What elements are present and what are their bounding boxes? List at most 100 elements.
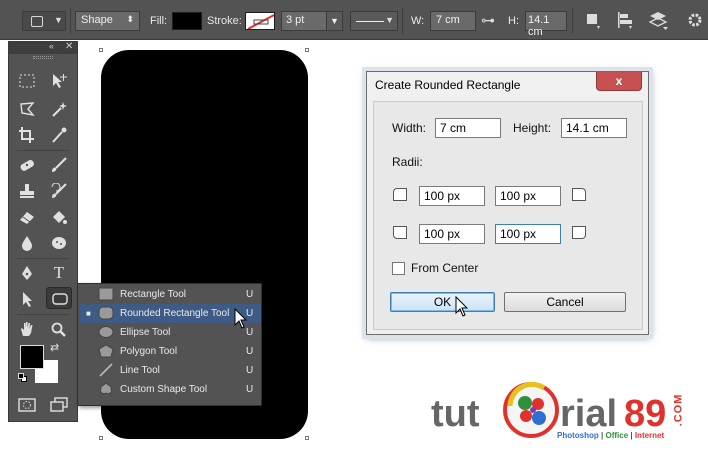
eraser-icon <box>20 212 34 224</box>
top-left-corner-icon <box>393 188 407 201</box>
rounded-rectangle-tool[interactable] <box>46 287 72 309</box>
hand-tool[interactable] <box>14 318 40 340</box>
foreground-color-swatch[interactable] <box>20 345 44 369</box>
radii-label: Radii: <box>392 155 423 169</box>
height-input[interactable] <box>561 118 627 138</box>
default-colors-icon[interactable] <box>18 373 27 382</box>
updown-arrows-icon: ⬍ <box>126 14 134 24</box>
divider <box>70 8 71 34</box>
swap-colors-icon[interactable]: ⇄ <box>50 341 59 354</box>
stroke-type-picker[interactable]: ▼ <box>350 11 398 31</box>
flyout-item-polygon-tool[interactable]: Polygon Tool U <box>80 342 261 361</box>
path-operations-icon[interactable] <box>584 11 602 31</box>
hand-icon <box>21 322 33 336</box>
tagline-office: Office <box>605 431 629 440</box>
width-label: W: <box>411 15 425 27</box>
from-center-checkbox[interactable] <box>392 262 405 275</box>
ok-label: OK <box>433 295 452 309</box>
flyout-item-label: Custom Shape Tool <box>120 384 208 395</box>
mouse-cursor-icon <box>234 308 248 329</box>
options-bar: ▼ Shape ⬍ Fill: Stroke: 3 pt ▼ ▼ W: 7 cm… <box>0 0 708 40</box>
zoom-tool[interactable] <box>46 318 72 340</box>
anchor-handle[interactable] <box>99 48 103 52</box>
chevron-down-icon[interactable]: ▼ <box>326 12 342 30</box>
anchor-handle[interactable] <box>305 48 309 52</box>
pen-tool[interactable] <box>14 262 40 284</box>
flyout-item-line-tool[interactable]: Line Tool U <box>80 361 261 380</box>
tool-preset-picker[interactable]: ▼ <box>22 11 66 31</box>
pen-icon <box>22 266 32 280</box>
width-input[interactable] <box>435 118 501 138</box>
close-button[interactable]: x <box>596 72 642 91</box>
stroke-color-swatch[interactable] <box>245 12 275 30</box>
cancel-button[interactable]: Cancel <box>504 292 626 312</box>
history-brush-icon <box>51 183 67 198</box>
move-icon <box>53 74 67 88</box>
dialog-body: Width: Height: Radii: From Center OK Can… <box>373 101 643 330</box>
panel-grip[interactable] <box>33 56 53 59</box>
solid-line-icon <box>356 21 384 22</box>
marquee-tool[interactable] <box>14 70 40 92</box>
tagline-separator: | <box>628 431 635 440</box>
radius-top-left-input[interactable] <box>419 186 485 206</box>
mouse-cursor-icon <box>455 296 469 317</box>
magic-wand-tool[interactable] <box>46 98 72 120</box>
anchor-handle[interactable] <box>99 436 103 440</box>
paint-bucket-tool[interactable] <box>46 206 72 228</box>
tools-panel: « ✕ T ⇄ <box>8 41 78 422</box>
move-tool[interactable] <box>46 70 72 92</box>
path-alignment-icon[interactable] <box>616 11 634 31</box>
watermark-suffix: .COM <box>672 392 690 432</box>
flyout-item-label: Polygon Tool <box>120 346 178 357</box>
rounded-rectangle-icon <box>52 293 68 305</box>
type-tool[interactable]: T <box>46 262 72 284</box>
watermark-tagline: Photoshop | Office | Internet <box>557 431 664 440</box>
radius-bottom-left-input[interactable] <box>419 224 485 244</box>
arrow-cursor-icon <box>23 292 32 307</box>
ellipse-icon <box>98 326 114 338</box>
clone-stamp-tool[interactable] <box>14 180 40 202</box>
crop-tool[interactable] <box>14 124 40 146</box>
flyout-item-rectangle-tool[interactable]: Rectangle Tool U <box>80 285 261 304</box>
path-arrangement-icon[interactable] <box>648 10 670 32</box>
flyout-item-custom-shape-tool[interactable]: Custom Shape Tool U <box>80 380 261 399</box>
fill-color-swatch[interactable] <box>172 12 202 30</box>
sponge-tool[interactable] <box>46 232 72 254</box>
link-icon[interactable]: ⊶ <box>481 12 495 29</box>
height-field[interactable]: 14.1 cm <box>525 11 567 38</box>
stroke-width-field[interactable]: 3 pt ▼ <box>281 11 343 31</box>
shortcut-key: U <box>246 346 254 357</box>
width-field[interactable]: 7 cm <box>430 11 476 31</box>
watermark-text-rial: rial <box>560 393 618 435</box>
stroke-width-value: 3 pt <box>286 14 305 26</box>
eyedropper-tool[interactable] <box>46 124 72 146</box>
bandage-icon <box>20 160 34 171</box>
healing-brush-tool[interactable] <box>14 154 40 176</box>
radius-top-right-input[interactable] <box>495 186 561 206</box>
type-icon: T <box>53 263 65 282</box>
radius-bottom-right-input[interactable] <box>495 224 561 244</box>
tool-mode-value: Shape <box>81 14 113 26</box>
blur-tool[interactable] <box>14 232 40 254</box>
eraser-tool[interactable] <box>14 206 40 228</box>
flyout-item-label: Rounded Rectangle Tool <box>120 308 230 319</box>
fill-label: Fill: <box>150 15 168 27</box>
height-label: Height: <box>513 121 552 135</box>
close-icon[interactable]: ✕ <box>65 41 73 52</box>
tutorial89-logo-icon <box>503 381 559 438</box>
brush-tool[interactable] <box>46 154 72 176</box>
ok-button[interactable]: OK <box>390 292 495 312</box>
flyout-item-label: Rectangle Tool <box>120 289 186 300</box>
path-selection-tool[interactable] <box>14 288 40 310</box>
lasso-tool[interactable] <box>14 98 40 120</box>
gear-icon[interactable] <box>686 11 704 29</box>
paint-bucket-icon <box>53 211 67 224</box>
history-brush-tool[interactable] <box>46 180 72 202</box>
collapse-icon[interactable]: « <box>49 41 54 51</box>
anchor-handle[interactable] <box>305 436 309 440</box>
screen-mode-button[interactable] <box>46 394 72 416</box>
marquee-icon <box>19 74 35 88</box>
lasso-icon <box>20 102 35 117</box>
tool-mode-select[interactable]: Shape ⬍ <box>75 11 140 31</box>
quick-mask-button[interactable] <box>14 394 40 416</box>
